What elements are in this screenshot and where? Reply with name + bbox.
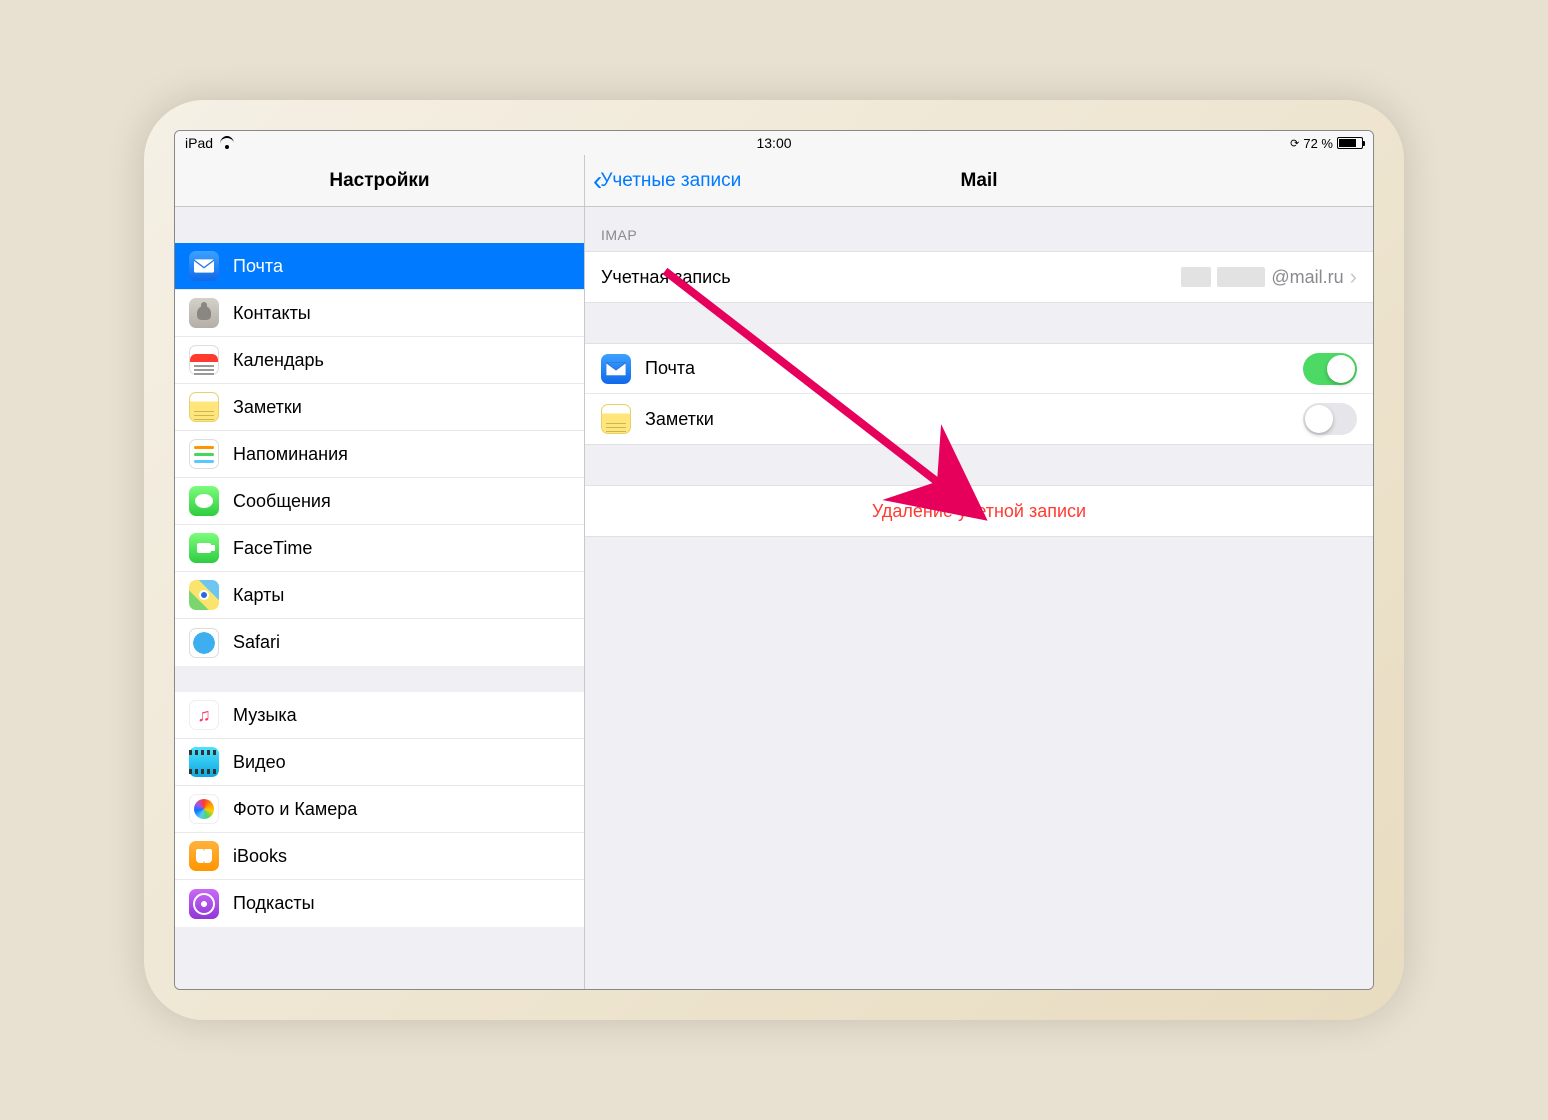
podcasts-icon [189,889,219,919]
detail-panel: ‹ Учетные записи Mail IMAP Учетная запис… [585,155,1373,989]
clock: 13:00 [756,135,791,151]
sidebar-item-label: FaceTime [233,538,312,559]
sidebar-item-label: Контакты [233,303,311,324]
sidebar-item-label: Подкасты [233,893,315,914]
sidebar-item-ibooks[interactable]: iBooks [175,833,584,880]
safari-icon [189,628,219,658]
toggle-mail[interactable] [1303,353,1357,385]
sidebar-item-label: Заметки [233,397,302,418]
reminders-icon [189,439,219,469]
sidebar-item-safari[interactable]: Safari [175,619,584,666]
sidebar-item-label: Карты [233,585,284,606]
sidebar-item-calendar[interactable]: Календарь [175,337,584,384]
videos-icon [189,747,219,777]
facetime-icon [189,533,219,563]
sidebar-item-label: iBooks [233,846,287,867]
orientation-lock-icon: ⟳ [1290,137,1299,150]
sidebar-item-label: Safari [233,632,280,653]
toggle-notes[interactable] [1303,403,1357,435]
device-label: iPad [185,135,213,151]
sidebar-item-videos[interactable]: Видео [175,739,584,786]
account-value: @mail.ru [1181,267,1343,288]
detail-header: ‹ Учетные записи Mail [585,155,1373,207]
section-header-imap: IMAP [585,207,1373,251]
wifi-icon [219,137,234,149]
sidebar-item-photos[interactable]: Фото и Камера [175,786,584,833]
sidebar-item-label: Видео [233,752,286,773]
sidebar-item-reminders[interactable]: Напоминания [175,431,584,478]
notes-icon [189,392,219,422]
sidebar-item-label: Музыка [233,705,297,726]
redacted-block [1217,267,1265,287]
sidebar-item-messages[interactable]: Сообщения [175,478,584,525]
sidebar-item-podcasts[interactable]: Подкасты [175,880,584,927]
ibooks-icon [189,841,219,871]
account-label: Учетная запись [601,267,731,288]
toggle-row-notes: Заметки [585,394,1373,444]
photos-icon [189,794,219,824]
toggle-mail-label: Почта [645,358,695,379]
toggle-row-mail: Почта [585,344,1373,394]
mail-icon [601,354,631,384]
sidebar-header: Настройки [175,155,584,207]
sidebar-item-label: Сообщения [233,491,331,512]
ipad-frame: iPad 13:00 ⟳ 72 % Настройки Почта Контакт… [144,100,1404,1020]
screen: iPad 13:00 ⟳ 72 % Настройки Почта Контакт… [174,130,1374,990]
sidebar-item-facetime[interactable]: FaceTime [175,525,584,572]
detail-title: Mail [961,170,998,192]
redacted-block [1181,267,1211,287]
sidebar-item-label: Фото и Камера [233,799,357,820]
maps-icon [189,580,219,610]
calendar-icon [189,345,219,375]
notes-icon [601,404,631,434]
sidebar-item-label: Календарь [233,350,324,371]
mail-icon [189,251,219,281]
sidebar-item-maps[interactable]: Карты [175,572,584,619]
account-row[interactable]: Учетная запись @mail.ru › [585,252,1373,302]
music-icon [189,700,219,730]
sidebar-title: Настройки [329,170,429,192]
contacts-icon [189,298,219,328]
sidebar-item-contacts[interactable]: Контакты [175,290,584,337]
sidebar-item-music[interactable]: Музыка [175,692,584,739]
delete-label: Удаление учетной записи [872,501,1086,522]
sidebar-item-notes[interactable]: Заметки [175,384,584,431]
chevron-right-icon: › [1350,264,1357,290]
settings-sidebar: Настройки Почта Контакты Календарь Заметки Н… [175,155,585,989]
sidebar-item-mail[interactable]: Почта [175,243,584,290]
battery-percent: 72 % [1303,136,1333,151]
status-bar: iPad 13:00 ⟳ 72 % [175,131,1373,155]
battery-icon [1337,137,1363,149]
back-button[interactable]: ‹ Учетные записи [593,167,741,195]
toggle-notes-label: Заметки [645,409,714,430]
sidebar-item-label: Напоминания [233,444,348,465]
messages-icon [189,486,219,516]
delete-account-button[interactable]: Удаление учетной записи [585,486,1373,536]
sidebar-item-label: Почта [233,256,283,277]
back-label: Учетные записи [600,170,741,192]
